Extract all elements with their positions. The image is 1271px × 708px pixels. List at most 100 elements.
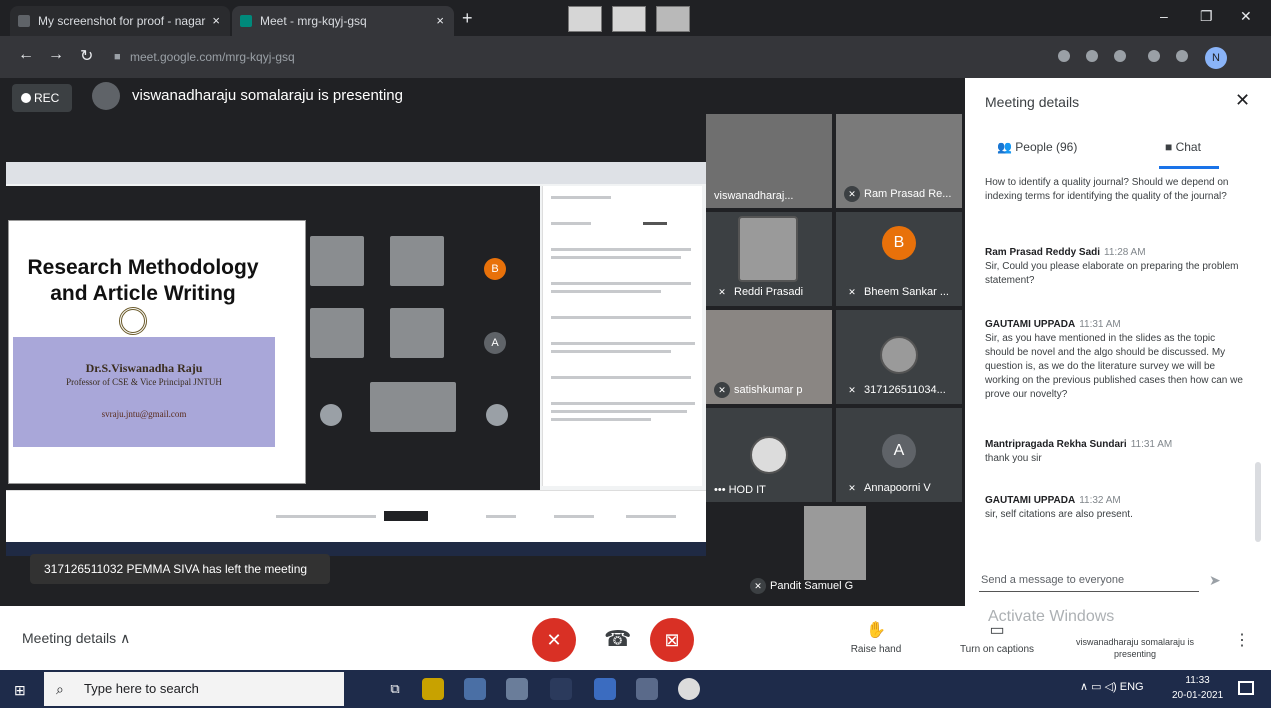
meeting-details-panel: Meeting details ✕ 👥 People (96) ■ Chat H… (965, 78, 1271, 670)
chat-message: GAUTAMI UPPADA 11:31 AM Sir, as you have … (985, 318, 1247, 402)
presentation-slide: Research Methodology and Article Writing… (8, 220, 306, 484)
chrome-icon[interactable] (678, 678, 700, 700)
search-placeholder: Type here to search (84, 681, 199, 696)
participant-tile[interactable]: ••• HOD IT (706, 408, 832, 502)
thumbnail-icon[interactable] (656, 6, 690, 32)
you-presenting-button[interactable]: viswanadharaju somalaraju is presenting (1070, 636, 1200, 660)
message-text: How to identify a quality journal? Shoul… (985, 177, 1229, 202)
leave-call-button[interactable]: ☎ (604, 626, 631, 652)
slide-title: Research Methodology and Article Writing (27, 256, 259, 305)
minimize-button[interactable]: – (1160, 8, 1168, 24)
close-window-button[interactable]: ✕ (1240, 8, 1252, 25)
language-indicator: ENG (1119, 681, 1144, 693)
tab-chat-label: Chat (1175, 140, 1201, 154)
meeting-details-toggle[interactable]: Meeting details ∧ (22, 630, 130, 647)
taskbar-clock[interactable]: 11:33 20-01-2021 (1172, 673, 1223, 703)
clock-time: 11:33 (1185, 675, 1210, 686)
participant-tile[interactable]: ✕ Pandit Samuel G (742, 506, 868, 600)
message-text: sir, self citations are also present. (985, 509, 1133, 520)
slide-author-role: Professor of CSE & Vice Principal JNTUH (66, 377, 222, 387)
chat-message-input[interactable]: Send a message to everyone (979, 568, 1199, 592)
participant-avatar: A (882, 434, 916, 468)
camera-icon[interactable] (1058, 50, 1070, 62)
close-tab-icon[interactable]: × (436, 6, 444, 36)
participant-name: viswanadharaj... (714, 190, 794, 202)
tab-favicon-icon (18, 15, 30, 27)
notification-icon[interactable] (1238, 681, 1254, 695)
mic-off-icon: ✕ (844, 284, 860, 300)
participant-video (804, 506, 866, 580)
participant-name: 317126511034... (864, 383, 946, 396)
shared-controls-bar (6, 490, 706, 542)
mini-avatar: B (484, 258, 506, 280)
participant-tile[interactable]: viswanadharaj... (706, 114, 832, 208)
browser-tab-meet[interactable]: Meet - mrg-kqyj-gsq × (232, 6, 454, 36)
profile-avatar[interactable]: N (1205, 47, 1227, 69)
puzzle-icon[interactable] (1176, 50, 1188, 62)
participant-tile[interactable]: ✕ 317126511034... (836, 310, 962, 404)
back-icon[interactable]: ← (18, 46, 34, 64)
app-icon[interactable] (550, 678, 572, 700)
raise-hand-button[interactable]: ✋ Raise hand (846, 620, 906, 655)
shared-screen: Research Methodology and Article Writing… (6, 162, 706, 556)
active-tab-indicator (1159, 166, 1219, 169)
new-tab-button[interactable]: + (462, 8, 473, 29)
slide-author-name: Dr.S.Viswanadha Raju (85, 361, 203, 375)
chevron-up-icon: ∧ (1080, 681, 1092, 693)
participant-avatar (880, 336, 918, 374)
extension-icon[interactable] (1148, 50, 1160, 62)
file-explorer-icon[interactable] (506, 678, 528, 700)
close-panel-icon[interactable]: ✕ (1235, 90, 1250, 111)
taskbar-search-field[interactable]: ⌕ Type here to search (44, 672, 344, 706)
clock-date: 20-01-2021 (1172, 690, 1224, 701)
system-tray[interactable]: ∧ ▭ ◁) ENG (1080, 680, 1144, 693)
app-icon[interactable] (594, 678, 616, 700)
participant-name: satishkumar p (734, 383, 803, 396)
tab-people-label: People (96) (1015, 140, 1078, 154)
star-icon[interactable] (1114, 50, 1126, 62)
app-icon[interactable] (636, 678, 658, 700)
participant-tile[interactable]: B ✕ Bheem Sankar ... (836, 212, 962, 306)
mic-toggle-button[interactable]: ✕ (532, 618, 576, 662)
tab-chat[interactable]: ■ Chat (1165, 140, 1201, 154)
participant-tile[interactable]: ✕ satishkumar p (706, 310, 832, 404)
chat-scrollbar[interactable] (1255, 462, 1261, 542)
volume-icon: ◁) (1104, 681, 1120, 693)
chat-message: Mantripragada Rekha Sundari 11:31 AM than… (985, 438, 1247, 466)
participant-name: HOD IT (728, 484, 766, 496)
message-time: 11:28 AM (1104, 247, 1146, 258)
thumbnail-icon[interactable] (568, 6, 602, 32)
windows-start-icon[interactable]: ⊞ (14, 682, 30, 698)
mini-avatar (486, 404, 508, 426)
forward-icon[interactable]: → (48, 46, 64, 64)
participant-name: Reddi Prasadi (734, 285, 804, 298)
mini-participant-tile (390, 236, 444, 286)
search-icon: ⌕ (56, 681, 64, 697)
participant-avatar: B (882, 226, 916, 260)
close-tab-icon[interactable]: × (212, 6, 220, 36)
url-field[interactable]: ■ meet.google.com/mrg-kqyj-gsq (110, 44, 1010, 70)
task-view-icon[interactable]: ⧉ (384, 678, 406, 700)
mini-avatar: A (484, 332, 506, 354)
tab-people[interactable]: 👥 People (96) (997, 140, 1077, 154)
reload-icon[interactable]: ↻ (80, 46, 93, 66)
university-emblem-icon (119, 307, 147, 335)
participant-tile[interactable]: A ✕ Annapoorni V (836, 408, 962, 502)
more-options-icon[interactable]: ⋮ (1234, 630, 1250, 650)
participant-tile[interactable]: ✕ Ram Prasad Re... (836, 114, 962, 208)
zoom-icon[interactable] (1086, 50, 1098, 62)
mini-participant-tile (310, 308, 364, 358)
network-icon: ▭ (1091, 681, 1105, 693)
send-icon[interactable]: ➤ (1209, 572, 1221, 589)
store-icon[interactable] (422, 678, 444, 700)
restore-button[interactable]: ❐ (1200, 8, 1213, 25)
camera-toggle-button[interactable]: ⊠ (650, 618, 694, 662)
thumbnail-icon[interactable] (612, 6, 646, 32)
chat-message: How to identify a quality journal? Shoul… (985, 176, 1247, 204)
presenting-label: viswanadharaju somalaraju is presenting (132, 87, 403, 104)
message-sender: Mantripragada Rekha Sundari (985, 439, 1127, 450)
browser-tab-screenshot[interactable]: My screenshot for proof - nagar × (10, 6, 230, 36)
participant-tile[interactable]: ✕ Reddi Prasadi (706, 212, 832, 306)
audio-level-icon: ••• (714, 484, 729, 496)
mail-icon[interactable] (464, 678, 486, 700)
